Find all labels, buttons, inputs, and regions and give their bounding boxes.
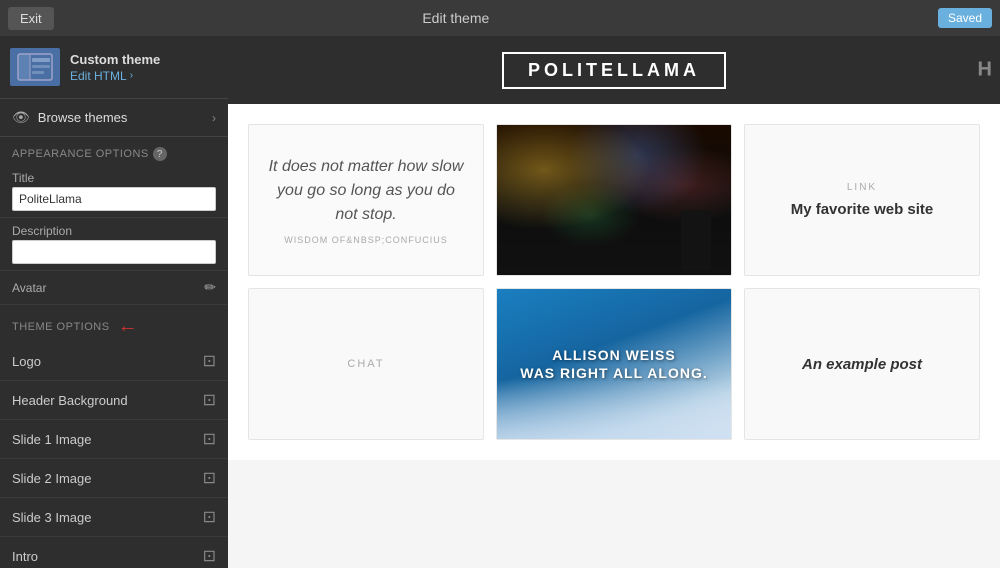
avatar-label: Avatar bbox=[12, 281, 46, 295]
city-person bbox=[681, 210, 711, 270]
blog-header-more: H bbox=[978, 59, 992, 82]
topbar: Exit Edit theme Saved bbox=[0, 0, 1000, 36]
post-photo[interactable] bbox=[496, 124, 732, 276]
sidebar: Custom theme Edit HTML › 👁 Browse themes… bbox=[0, 36, 228, 568]
option-slide3[interactable]: Slide 3 Image ⊡ bbox=[0, 498, 228, 537]
saved-badge: Saved bbox=[938, 8, 992, 28]
post-chat[interactable]: CHAT bbox=[248, 288, 484, 440]
example-title: An example post bbox=[802, 356, 922, 373]
avatar-field: Avatar ✏ bbox=[0, 271, 228, 305]
post-allison[interactable]: ALLISON WEISSWAS RIGHT ALL ALONG. bbox=[496, 288, 732, 440]
edit-html-link[interactable]: Edit HTML › bbox=[70, 69, 218, 83]
theme-options-label: THEME OPTIONS bbox=[12, 321, 110, 333]
content-area: POLITELLAMA H It does not matter how slo… bbox=[228, 36, 1000, 568]
main-layout: Custom theme Edit HTML › 👁 Browse themes… bbox=[0, 36, 1000, 568]
option-intro[interactable]: Intro ⊡ bbox=[0, 537, 228, 568]
city-lights-image bbox=[497, 125, 731, 275]
custom-theme-section[interactable]: Custom theme Edit HTML › bbox=[0, 36, 228, 99]
theme-icon bbox=[10, 48, 60, 86]
post-link[interactable]: LINK My favorite web site bbox=[744, 124, 980, 276]
appearance-options-header: APPEARANCE OPTIONS ? bbox=[0, 137, 228, 165]
quote-source: WISDOM OF&NBSP;CONFUCIUS bbox=[284, 235, 448, 245]
upload-icon-intro: ⊡ bbox=[203, 546, 216, 566]
allison-text: ALLISON WEISSWAS RIGHT ALL ALONG. bbox=[508, 334, 719, 394]
title-input[interactable] bbox=[12, 187, 216, 211]
option-logo[interactable]: Logo ⊡ bbox=[0, 342, 228, 381]
browse-arrow-icon: › bbox=[212, 111, 216, 125]
browse-themes[interactable]: 👁 Browse themes › bbox=[0, 99, 228, 137]
upload-icon-slide2: ⊡ bbox=[203, 468, 216, 488]
title-field: Title bbox=[0, 165, 228, 218]
description-label: Description bbox=[12, 224, 216, 238]
upload-icon-header-bg: ⊡ bbox=[203, 390, 216, 410]
title-label: Title bbox=[12, 171, 216, 185]
blog-header: POLITELLAMA H bbox=[228, 36, 1000, 104]
custom-theme-info: Custom theme Edit HTML › bbox=[70, 52, 218, 83]
upload-icon-logo: ⊡ bbox=[203, 351, 216, 371]
edit-pencil-icon[interactable]: ✏ bbox=[204, 279, 216, 296]
chevron-icon: › bbox=[130, 70, 133, 81]
posts-grid: It does not matter how slow you go so lo… bbox=[228, 104, 1000, 460]
exit-button[interactable]: Exit bbox=[8, 7, 54, 30]
post-example[interactable]: An example post bbox=[744, 288, 980, 440]
option-slide1[interactable]: Slide 1 Image ⊡ bbox=[0, 420, 228, 459]
post-quote[interactable]: It does not matter how slow you go so lo… bbox=[248, 124, 484, 276]
description-input[interactable] bbox=[12, 240, 216, 264]
topbar-title: Edit theme bbox=[62, 10, 850, 26]
blog-title: POLITELLAMA bbox=[502, 52, 726, 89]
browse-themes-label: Browse themes bbox=[38, 110, 204, 125]
red-arrow-icon: ← bbox=[118, 315, 139, 338]
quote-text: It does not matter how slow you go so lo… bbox=[265, 155, 467, 227]
custom-theme-name: Custom theme bbox=[70, 52, 218, 67]
theme-options-header: THEME OPTIONS ← bbox=[0, 305, 228, 342]
allison-bg: ALLISON WEISSWAS RIGHT ALL ALONG. bbox=[497, 289, 731, 439]
link-title: My favorite web site bbox=[791, 201, 934, 218]
option-slide2[interactable]: Slide 2 Image ⊡ bbox=[0, 459, 228, 498]
option-header-background[interactable]: Header Background ⊡ bbox=[0, 381, 228, 420]
upload-icon-slide1: ⊡ bbox=[203, 429, 216, 449]
description-field: Description bbox=[0, 218, 228, 271]
chat-label: CHAT bbox=[347, 358, 384, 370]
eye-icon: 👁 bbox=[12, 109, 30, 126]
help-icon[interactable]: ? bbox=[153, 147, 167, 161]
link-label: LINK bbox=[847, 182, 877, 193]
upload-icon-slide3: ⊡ bbox=[203, 507, 216, 527]
